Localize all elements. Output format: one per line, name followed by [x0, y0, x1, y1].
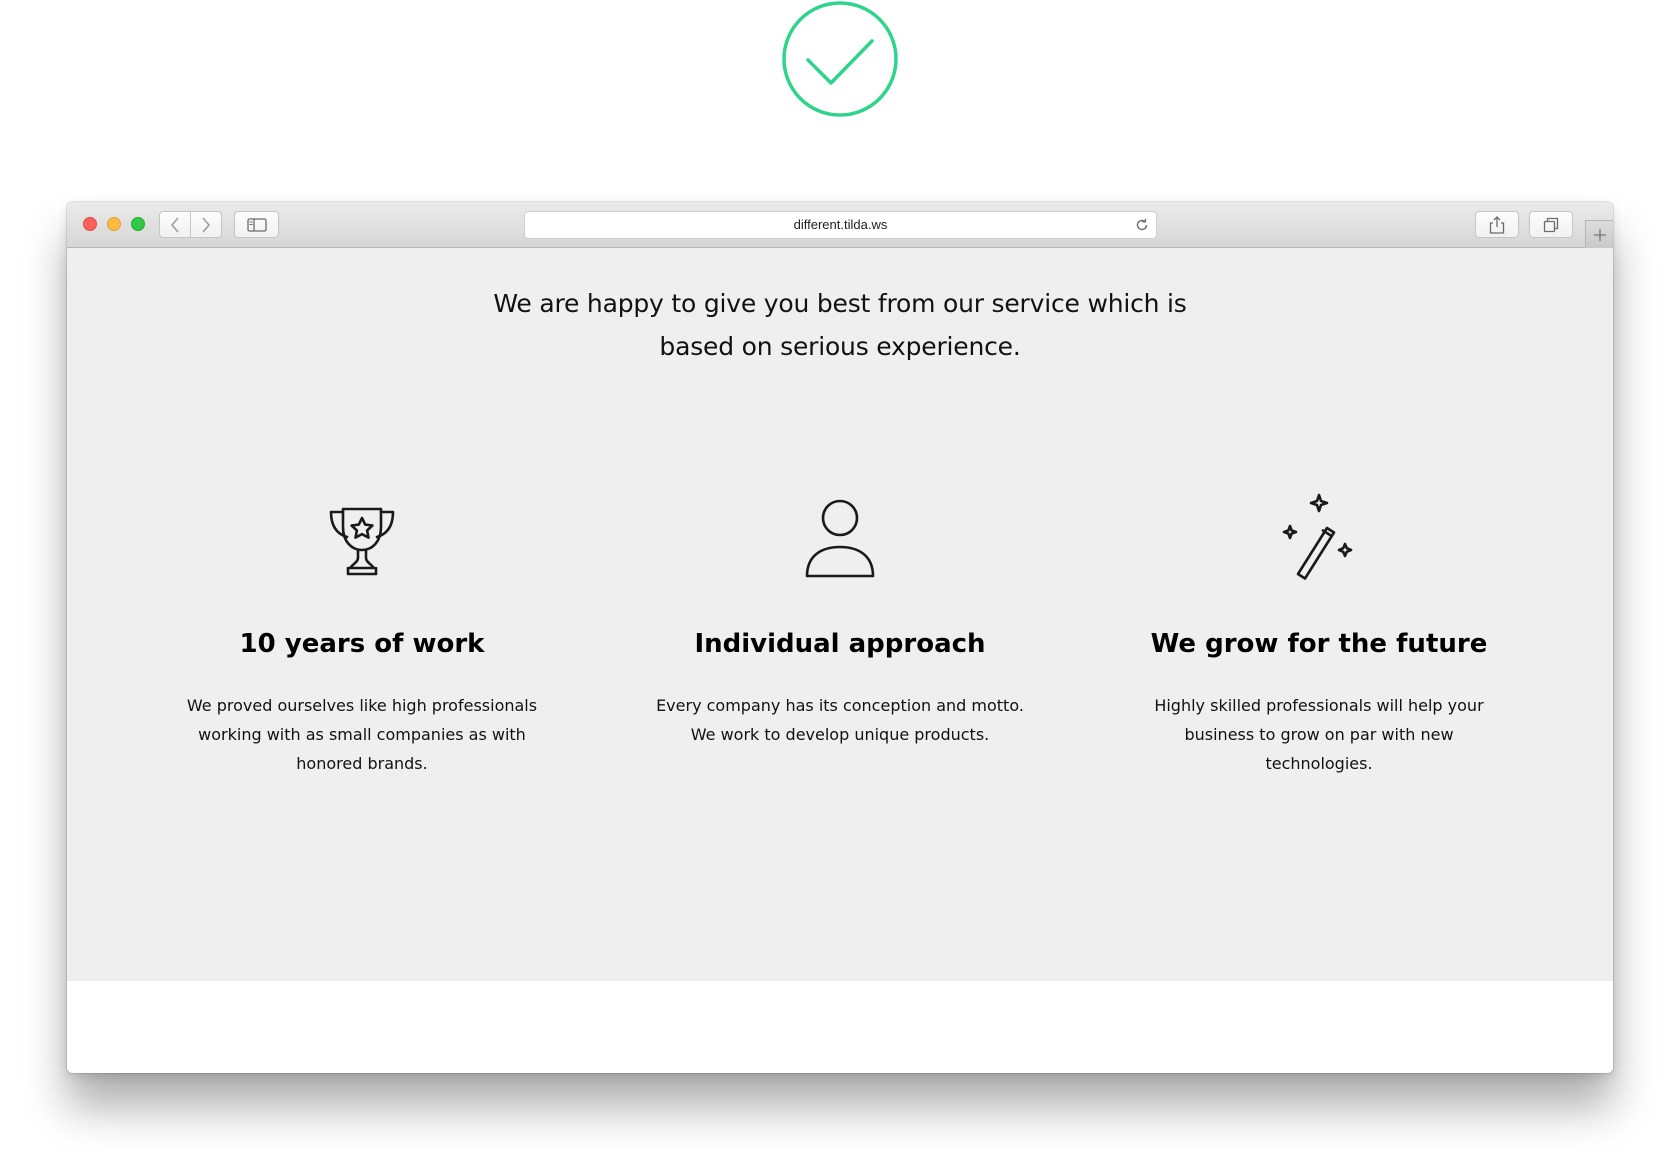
- magic-wand-icon: [1282, 493, 1353, 580]
- minimize-window-button[interactable]: [107, 217, 121, 231]
- browser-toolbar: different.tilda.ws: [67, 202, 1613, 248]
- feature-card: We grow for the future Highly skilled pr…: [1129, 492, 1509, 778]
- navigation-buttons: [159, 211, 222, 238]
- checkmark-icon: [782, 1, 898, 117]
- sidebar-icon: [246, 217, 267, 232]
- forward-icon: [202, 217, 210, 232]
- page-content: We are happy to give you best from our s…: [67, 248, 1613, 981]
- feature-title: 10 years of work: [239, 629, 485, 659]
- feature-description: Every company has its conception and mot…: [656, 696, 1024, 744]
- back-button[interactable]: [160, 212, 191, 237]
- page-footer-area: [67, 981, 1613, 1073]
- share-icon: [1489, 215, 1505, 234]
- person-icon: [805, 499, 875, 578]
- stage: different.tilda.ws We are happy to give …: [0, 0, 1680, 1168]
- trophy-icon: [329, 507, 395, 576]
- feature-description: Highly skilled professionals will help y…: [1154, 696, 1484, 773]
- new-tab-button[interactable]: [1585, 220, 1613, 248]
- feature-card: 10 years of work We proved ourselves lik…: [172, 492, 552, 778]
- url-text: different.tilda.ws: [793, 217, 888, 232]
- feature-card: Individual approach Every company has it…: [650, 492, 1030, 749]
- forward-button[interactable]: [191, 212, 221, 237]
- browser-window: different.tilda.ws We are happy to give …: [67, 202, 1613, 1073]
- reload-icon[interactable]: [1134, 217, 1150, 233]
- tabs-icon: [1543, 217, 1559, 232]
- feature-title: We grow for the future: [1150, 629, 1488, 659]
- share-button[interactable]: [1475, 211, 1519, 238]
- intro-text: We are happy to give you best from our s…: [493, 289, 1187, 361]
- back-icon: [171, 217, 179, 232]
- feature-title: Individual approach: [694, 629, 986, 659]
- close-window-button[interactable]: [83, 217, 97, 231]
- show-tabs-button[interactable]: [1529, 211, 1573, 238]
- maximize-window-button[interactable]: [131, 217, 145, 231]
- plus-icon: [1593, 228, 1606, 241]
- sidebar-toggle-button[interactable]: [234, 211, 279, 238]
- feature-description: We proved ourselves like high profession…: [186, 696, 538, 773]
- address-bar[interactable]: different.tilda.ws: [524, 211, 1157, 239]
